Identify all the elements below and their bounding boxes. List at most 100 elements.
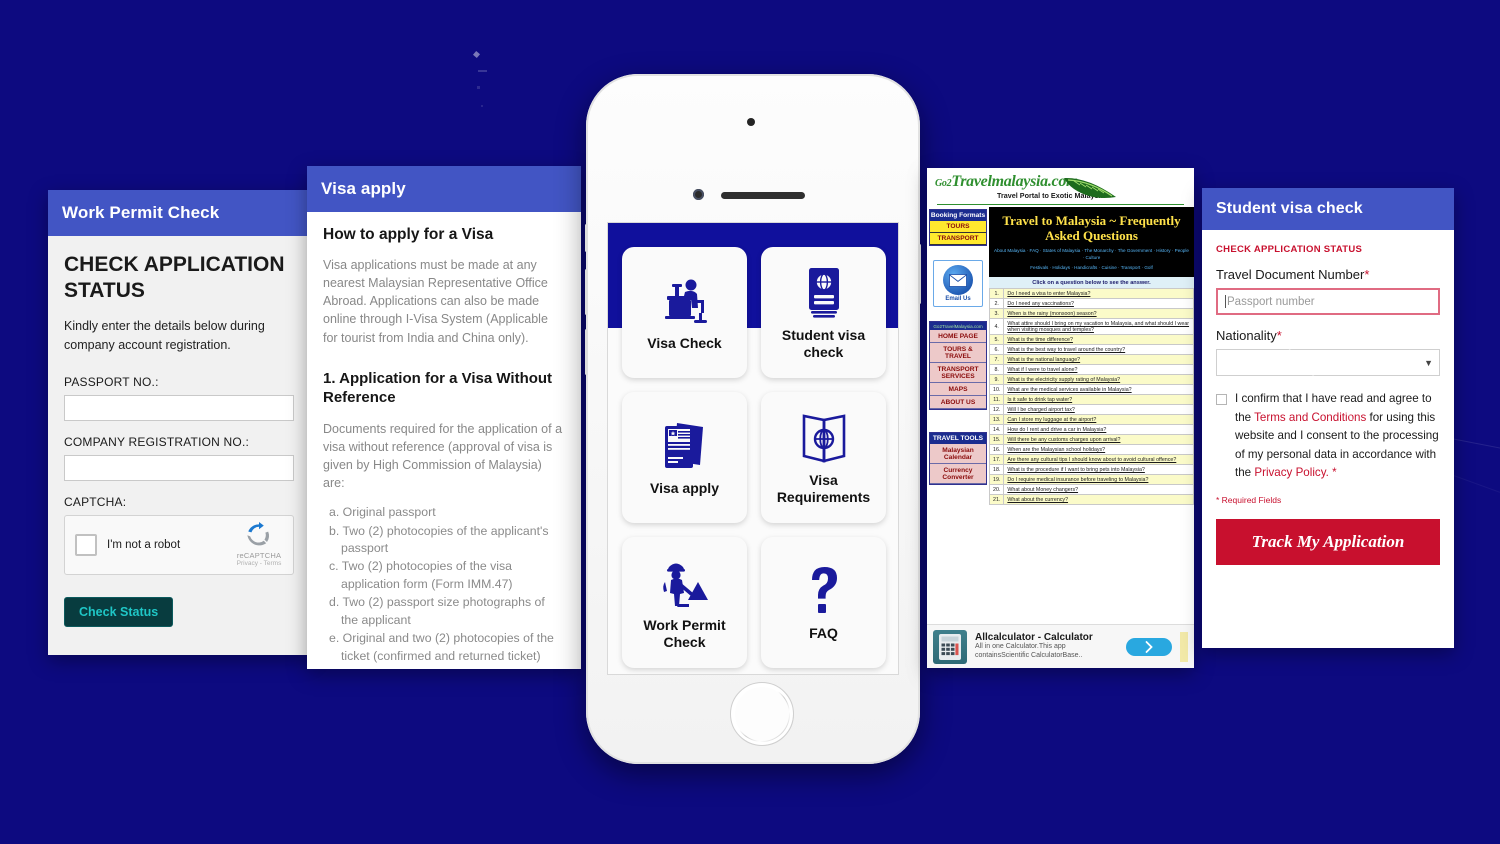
table-row[interactable]: 16. When are the Malaysian school holiday…: [989, 444, 1194, 456]
faq-question-link[interactable]: When are the Malaysian school holidays?: [1007, 447, 1105, 453]
table-row[interactable]: 12. Will I be charged airport tax?: [989, 404, 1194, 416]
faq-question-link[interactable]: What about Money changers?: [1007, 487, 1078, 493]
faq-question-link[interactable]: Will I be charged airport tax?: [1007, 407, 1074, 413]
table-row[interactable]: 21. What about the currency?: [989, 494, 1194, 506]
faq-question-cell[interactable]: When are the Malaysian school holidays?: [1003, 444, 1194, 456]
table-row[interactable]: 9. What is the electricity supply rating …: [989, 374, 1194, 386]
recaptcha-checkbox[interactable]: [75, 534, 97, 557]
table-row[interactable]: 6. What is the best way to travel around …: [989, 344, 1194, 356]
passport-no-input[interactable]: [64, 395, 294, 422]
faq-question-cell[interactable]: What is the procedure if I want to bring…: [1003, 464, 1194, 476]
faq-question-cell[interactable]: What are the medical services available …: [1003, 384, 1194, 396]
faq-question-cell[interactable]: What about the currency?: [1003, 494, 1194, 506]
phone-volume-up-button[interactable]: [585, 269, 588, 315]
faq-question-link[interactable]: Are there any cultural tips I should kno…: [1007, 457, 1176, 463]
faq-question-cell[interactable]: How do I rent and drive a car in Malaysi…: [1003, 424, 1194, 436]
faq-nav-line-1[interactable]: About Malaysia · FAQ · States of Malaysi…: [993, 248, 1190, 262]
table-row[interactable]: 8. What if I were to travel alone?: [989, 364, 1194, 376]
sidebar-item-transport[interactable]: TRANSPORT: [930, 233, 986, 245]
faq-question-cell[interactable]: Will there be any customs charges upon a…: [1003, 434, 1194, 446]
table-row[interactable]: 2. Do I need any vaccinations?: [989, 298, 1194, 310]
privacy-policy-link[interactable]: Privacy Policy.: [1254, 466, 1329, 479]
faq-question-cell[interactable]: What is the best way to travel around th…: [1003, 344, 1194, 356]
faq-question-link[interactable]: What is the national language?: [1007, 357, 1080, 363]
faq-question-cell[interactable]: What attire should I bring on my vacatio…: [1003, 318, 1194, 336]
faq-question-link[interactable]: Do I require medical insurance before tr…: [1007, 477, 1148, 483]
faq-question-link[interactable]: What about the currency?: [1007, 497, 1068, 503]
faq-question-link[interactable]: What are the medical services available …: [1007, 387, 1131, 393]
tile-visa-apply[interactable]: Visa apply: [622, 392, 747, 523]
track-my-application-button[interactable]: Track My Application: [1216, 518, 1440, 565]
recaptcha-widget[interactable]: I'm not a robot reCAPTCHA Privacy - Term…: [64, 515, 294, 576]
tile-visa-requirements[interactable]: Visa Requirements: [761, 392, 886, 523]
faq-question-link[interactable]: Is it safe to drink tap water?: [1007, 397, 1072, 403]
table-row[interactable]: 4. What attire should I bring on my vacat…: [989, 318, 1194, 336]
faq-question-cell[interactable]: What is the time difference?: [1003, 334, 1194, 346]
nationality-select[interactable]: ▼: [1216, 349, 1440, 376]
faq-question-link[interactable]: How do I rent and drive a car in Malaysi…: [1007, 427, 1106, 433]
email-us-button[interactable]: Email Us: [933, 260, 983, 307]
faq-question-cell[interactable]: What about Money changers?: [1003, 484, 1194, 496]
sidebar-item-tours-travel[interactable]: TOURS & TRAVEL: [930, 343, 986, 363]
table-row[interactable]: 13. Can I store my luggage at the airport…: [989, 414, 1194, 426]
faq-question-link[interactable]: Do I need any vaccinations?: [1007, 301, 1074, 307]
faq-question-link[interactable]: What if I were to travel alone?: [1007, 367, 1077, 373]
phone-volume-down-button[interactable]: [585, 329, 588, 375]
sidebar-item-transport-services[interactable]: TRANSPORT SERVICES: [930, 363, 986, 383]
faq-question-link[interactable]: Do I need a visa to enter Malaysia?: [1007, 291, 1090, 297]
faq-nav-line-2[interactable]: Festivals · Holidays · Handicrafts · Cui…: [993, 265, 1190, 272]
consent-checkbox[interactable]: [1216, 394, 1227, 405]
table-row[interactable]: 3. When is the rainy (monsoon) season?: [989, 308, 1194, 320]
table-row[interactable]: 5. What is the time difference?: [989, 334, 1194, 346]
sidebar-item-maps[interactable]: MAPS: [930, 383, 986, 396]
faq-question-link[interactable]: Can I store my luggage at the airport?: [1007, 417, 1096, 423]
check-status-button[interactable]: Check Status: [64, 597, 174, 628]
ad-cta-button[interactable]: [1126, 637, 1172, 656]
sidebar-item-tours[interactable]: TOURS: [930, 221, 986, 233]
faq-question-link[interactable]: What attire should I bring on my vacatio…: [1007, 321, 1189, 333]
faq-question-cell[interactable]: When is the rainy (monsoon) season?: [1003, 308, 1194, 320]
faq-question-link[interactable]: What is the electricity supply rating of…: [1007, 377, 1120, 383]
faq-question-link[interactable]: What is the best way to travel around th…: [1007, 347, 1125, 353]
table-row[interactable]: 18. What is the procedure if I want to br…: [989, 464, 1194, 476]
recaptcha-terms[interactable]: Privacy - Terms: [233, 560, 285, 567]
company-registration-no-input[interactable]: [64, 455, 294, 482]
sidebar-item-about-us[interactable]: ABOUT US: [930, 396, 986, 409]
phone-side-button[interactable]: [585, 224, 588, 252]
travel-document-number-input[interactable]: Passport number: [1216, 288, 1440, 315]
table-row[interactable]: 20. What about Money changers?: [989, 484, 1194, 496]
table-row[interactable]: 14. How do I rent and drive a car in Mala…: [989, 424, 1194, 436]
faq-question-cell[interactable]: Do I need a visa to enter Malaysia?: [1003, 288, 1194, 300]
faq-question-link[interactable]: Will there be any customs charges upon a…: [1007, 437, 1120, 443]
tile-visa-check[interactable]: Visa Check: [622, 247, 747, 378]
tile-faq[interactable]: FAQ: [761, 537, 886, 668]
table-row[interactable]: 15. Will there be any customs charges upo…: [989, 434, 1194, 446]
ad-banner[interactable]: Allcalculator - Calculator All in one Ca…: [927, 624, 1194, 668]
site-logo[interactable]: Go2Travelmalaysia.com: [935, 174, 1186, 190]
tile-student-visa-check[interactable]: Student visa check: [761, 247, 886, 378]
faq-question-cell[interactable]: What if I were to travel alone?: [1003, 364, 1194, 376]
phone-home-button[interactable]: [730, 682, 794, 746]
phone-power-button[interactable]: [918, 244, 921, 304]
table-row[interactable]: 7. What is the national language?: [989, 354, 1194, 366]
table-row[interactable]: 10. What are the medical services availab…: [989, 384, 1194, 396]
sidebar-item-home-page[interactable]: HOME PAGE: [930, 330, 986, 343]
faq-question-cell[interactable]: Are there any cultural tips I should kno…: [1003, 454, 1194, 466]
faq-question-cell[interactable]: Will I be charged airport tax?: [1003, 404, 1194, 416]
table-row[interactable]: 1. Do I need a visa to enter Malaysia?: [989, 288, 1194, 300]
faq-question-cell[interactable]: Do I require medical insurance before tr…: [1003, 474, 1194, 486]
table-row[interactable]: 19. Do I require medical insurance before…: [989, 474, 1194, 486]
faq-question-cell[interactable]: Do I need any vaccinations?: [1003, 298, 1194, 310]
faq-question-link[interactable]: What is the time difference?: [1007, 337, 1073, 343]
faq-question-link[interactable]: What is the procedure if I want to bring…: [1007, 467, 1145, 473]
faq-question-cell[interactable]: What is the national language?: [1003, 354, 1194, 366]
faq-question-cell[interactable]: Is it safe to drink tap water?: [1003, 394, 1194, 406]
table-row[interactable]: 11. Is it safe to drink tap water?: [989, 394, 1194, 406]
sidebar-item-malaysian-calendar[interactable]: Malaysian Calendar: [930, 444, 986, 464]
faq-question-link[interactable]: When is the rainy (monsoon) season?: [1007, 311, 1096, 317]
sidebar-item-currency-converter[interactable]: Currency Converter: [930, 464, 986, 484]
tile-work-permit-check[interactable]: Work Permit Check: [622, 537, 747, 668]
table-row[interactable]: 17. Are there any cultural tips I should …: [989, 454, 1194, 466]
faq-question-cell[interactable]: What is the electricity supply rating of…: [1003, 374, 1194, 386]
faq-question-cell[interactable]: Can I store my luggage at the airport?: [1003, 414, 1194, 426]
